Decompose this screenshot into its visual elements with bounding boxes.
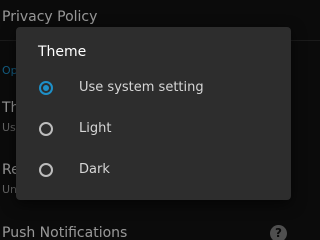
radio-button-icon[interactable]: [39, 163, 53, 177]
theme-option-dark[interactable]: Dark: [16, 151, 291, 192]
theme-option-light[interactable]: Light: [16, 110, 291, 151]
option-label: Dark: [79, 162, 110, 177]
theme-dialog: Theme Use system setting Light Dark: [16, 27, 291, 200]
option-label: Light: [79, 121, 112, 136]
radio-button-icon[interactable]: [39, 81, 53, 95]
option-label: Use system setting: [79, 80, 204, 95]
radio-button-icon[interactable]: [39, 122, 53, 136]
dialog-title: Theme: [38, 44, 87, 60]
theme-option-system[interactable]: Use system setting: [16, 69, 291, 110]
